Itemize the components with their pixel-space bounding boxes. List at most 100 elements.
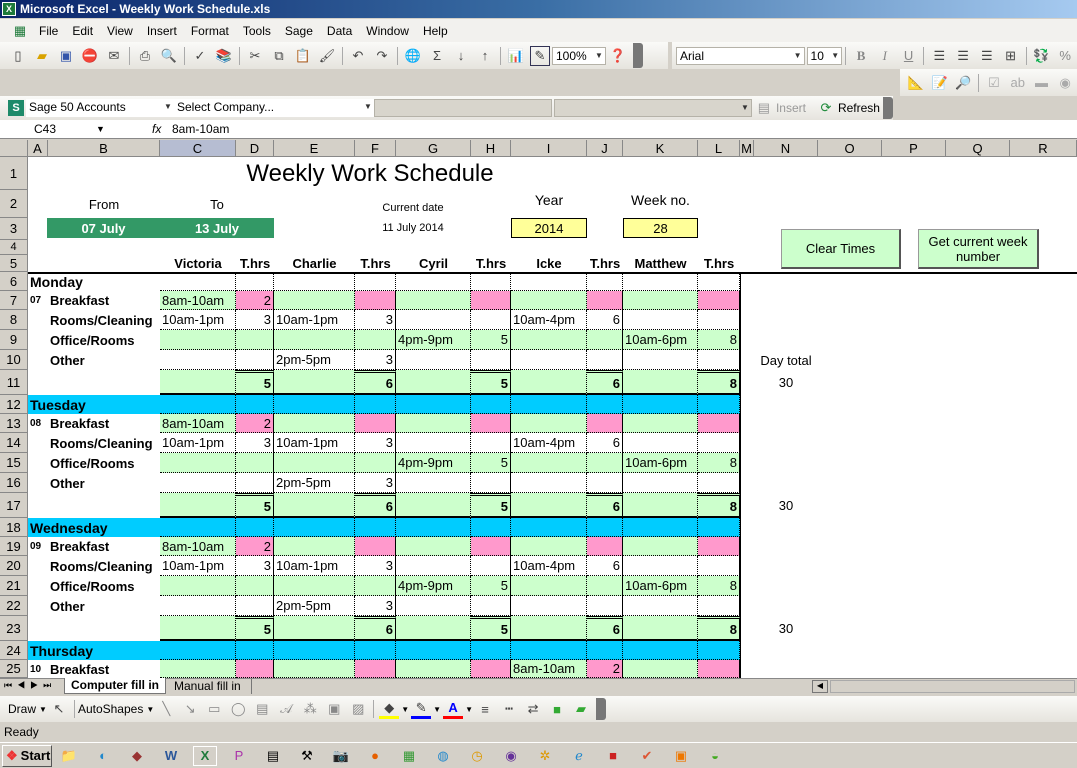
- total-hours-cell[interactable]: 6: [355, 370, 396, 395]
- hours-cell[interactable]: 3: [355, 433, 396, 453]
- column-header-k[interactable]: K: [623, 140, 698, 157]
- hours-cell[interactable]: [471, 556, 511, 576]
- time-cell[interactable]: [160, 576, 236, 596]
- day-header-cell[interactable]: [396, 395, 471, 414]
- to-date[interactable]: 13 July: [160, 218, 274, 238]
- hours-cell[interactable]: [236, 660, 274, 678]
- time-cell[interactable]: [511, 453, 587, 473]
- hours-cell[interactable]: [698, 433, 740, 453]
- day-header-cell[interactable]: [160, 641, 236, 660]
- time-cell[interactable]: [274, 414, 355, 433]
- time-cell[interactable]: 10am-4pm: [511, 433, 587, 453]
- total-spacer-cell[interactable]: [274, 616, 355, 641]
- day-header-cell[interactable]: [274, 518, 355, 537]
- hours-cell[interactable]: 3: [355, 596, 396, 616]
- day-header-cell[interactable]: [355, 395, 396, 414]
- help-icon[interactable]: ❓: [608, 46, 628, 66]
- tab-scroll-buttons[interactable]: ⏮◀▶⏭: [4, 680, 56, 691]
- notepad-icon[interactable]: ▤: [261, 746, 285, 766]
- textbox-control-icon[interactable]: ab: [1008, 73, 1028, 93]
- time-cell[interactable]: [396, 473, 471, 493]
- formula-input[interactable]: 8am-10am: [172, 120, 229, 139]
- time-cell[interactable]: [396, 291, 471, 310]
- total-spacer-cell[interactable]: [274, 493, 355, 518]
- total-spacer-cell[interactable]: [623, 616, 698, 641]
- toolbar-options-grip[interactable]: [596, 698, 607, 720]
- checkbox-control-icon[interactable]: ☑: [984, 73, 1004, 93]
- time-cell[interactable]: 10am-1pm: [160, 310, 236, 330]
- row-header-2[interactable]: 2: [0, 190, 28, 218]
- row-header-6[interactable]: 6: [0, 272, 28, 291]
- hours-cell[interactable]: 5: [471, 576, 511, 596]
- sage-field-1[interactable]: [373, 99, 552, 117]
- textbox-icon[interactable]: ▤: [252, 699, 272, 719]
- insert-button[interactable]: Insert: [776, 101, 806, 115]
- toolbar-options-grip[interactable]: [633, 43, 643, 68]
- menu-format[interactable]: Format: [191, 24, 229, 38]
- properties-icon[interactable]: 📝: [930, 73, 950, 93]
- hours-cell[interactable]: [698, 350, 740, 370]
- option-button-icon[interactable]: ◉: [1055, 73, 1075, 93]
- time-cell[interactable]: 10am-6pm: [623, 576, 698, 596]
- time-cell[interactable]: [623, 433, 698, 453]
- total-hours-cell[interactable]: 6: [587, 493, 623, 518]
- row-header-24[interactable]: 24: [0, 641, 28, 660]
- time-cell[interactable]: 10am-1pm: [160, 556, 236, 576]
- time-cell[interactable]: 2pm-5pm: [274, 350, 355, 370]
- total-hours-cell[interactable]: 5: [471, 370, 511, 395]
- app-icon-7[interactable]: ▣: [669, 746, 693, 766]
- time-cell[interactable]: 4pm-9pm: [396, 576, 471, 596]
- hours-cell[interactable]: 3: [355, 310, 396, 330]
- day-header-cell[interactable]: [587, 518, 623, 537]
- hours-cell[interactable]: [587, 576, 623, 596]
- view-code-icon[interactable]: 🔎: [953, 73, 973, 93]
- hours-cell[interactable]: [698, 291, 740, 310]
- hours-cell[interactable]: [355, 576, 396, 596]
- sort-asc-icon[interactable]: ↓: [451, 46, 471, 66]
- row-header-16[interactable]: 16: [0, 473, 28, 493]
- day-header-cell[interactable]: [623, 272, 698, 291]
- row-header-15[interactable]: 15: [0, 453, 28, 473]
- time-cell[interactable]: [396, 433, 471, 453]
- menu-file[interactable]: File: [39, 24, 58, 38]
- hours-cell[interactable]: [236, 453, 274, 473]
- hours-cell[interactable]: [698, 414, 740, 433]
- time-cell[interactable]: 10am-1pm: [274, 556, 355, 576]
- hours-cell[interactable]: [236, 596, 274, 616]
- total-hours-cell[interactable]: 8: [698, 370, 740, 395]
- row-header-9[interactable]: 9: [0, 330, 28, 350]
- day-header-cell[interactable]: [274, 395, 355, 414]
- select-objects-icon[interactable]: ↖: [49, 699, 69, 719]
- row-header-21[interactable]: 21: [0, 576, 28, 596]
- menu-insert[interactable]: Insert: [147, 24, 177, 38]
- time-cell[interactable]: [274, 537, 355, 556]
- globe-icon[interactable]: ◉: [499, 746, 523, 766]
- hours-cell[interactable]: [236, 576, 274, 596]
- format-painter-icon[interactable]: 🖌: [317, 46, 337, 66]
- hours-cell[interactable]: [587, 453, 623, 473]
- day-header-cell[interactable]: [511, 272, 587, 291]
- autosum-icon[interactable]: Σ: [427, 46, 447, 66]
- day-header-cell[interactable]: [698, 518, 740, 537]
- total-hours-cell[interactable]: 5: [236, 616, 274, 641]
- hours-cell[interactable]: 8: [698, 330, 740, 350]
- column-header-c[interactable]: C: [160, 140, 236, 157]
- hours-cell[interactable]: [698, 310, 740, 330]
- day-header-cell[interactable]: [587, 641, 623, 660]
- time-cell[interactable]: 10am-6pm: [623, 453, 698, 473]
- total-hours-cell[interactable]: 6: [587, 370, 623, 395]
- select-all-corner[interactable]: [0, 140, 28, 157]
- column-header-q[interactable]: Q: [946, 140, 1010, 157]
- column-header-p[interactable]: P: [882, 140, 946, 157]
- hours-cell[interactable]: 3: [355, 350, 396, 370]
- time-cell[interactable]: [274, 660, 355, 678]
- publisher-icon[interactable]: P: [227, 746, 251, 766]
- total-spacer-cell[interactable]: [511, 370, 587, 395]
- app-icon-5[interactable]: ■: [601, 746, 625, 766]
- row-header-13[interactable]: 13: [0, 414, 28, 433]
- row-header-19[interactable]: 19: [0, 537, 28, 556]
- total-hours-cell[interactable]: 5: [236, 370, 274, 395]
- day-header-cell[interactable]: [511, 518, 587, 537]
- hours-cell[interactable]: [587, 414, 623, 433]
- hours-cell[interactable]: [587, 291, 623, 310]
